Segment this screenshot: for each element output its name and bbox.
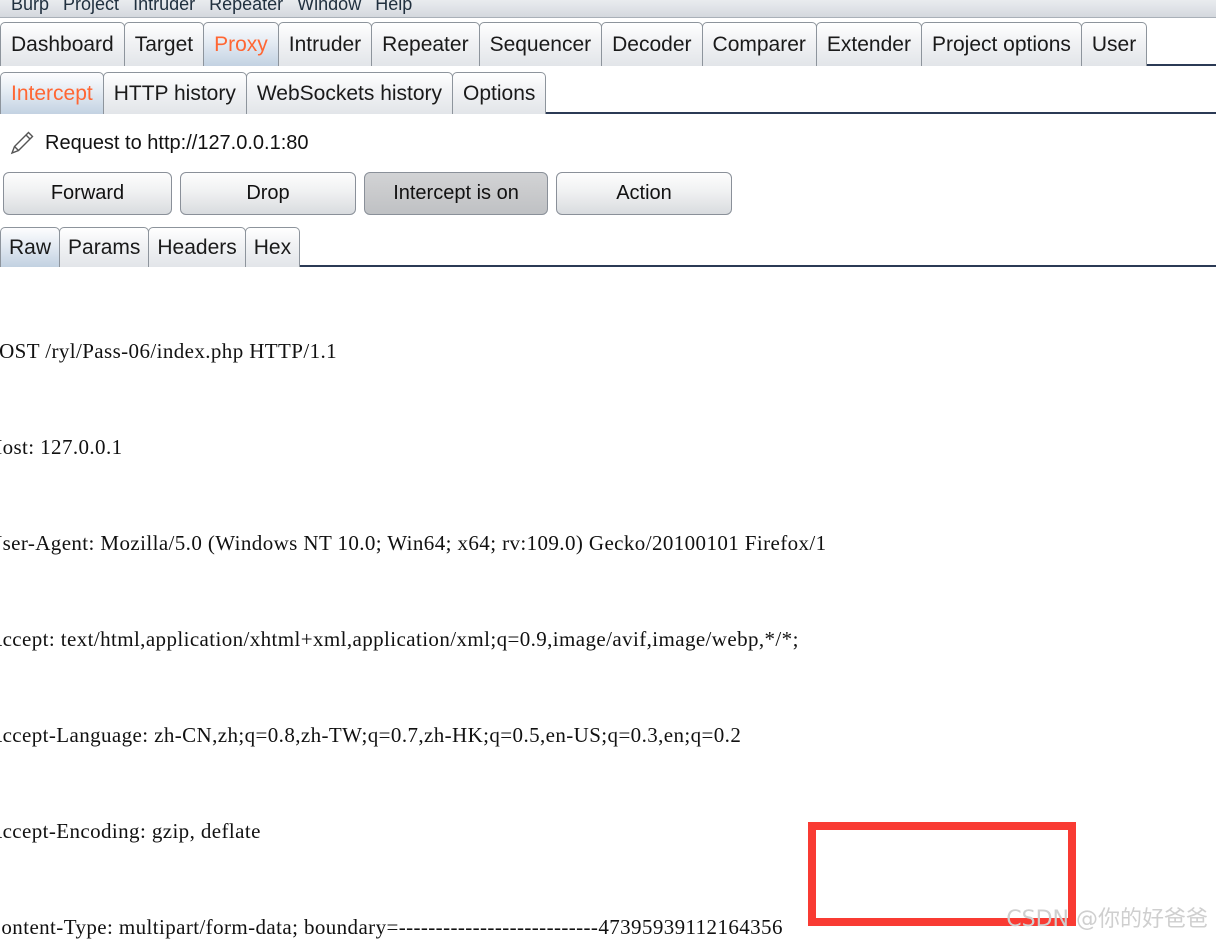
menu-item-project[interactable]: Project xyxy=(56,0,126,14)
tab-intercept[interactable]: Intercept xyxy=(0,72,104,114)
tab-raw[interactable]: Raw xyxy=(0,227,61,267)
header-host: Host: 127.0.0.1 xyxy=(0,435,123,459)
raw-request-text: POST /ryl/Pass-06/index.php HTTP/1.1 Hos… xyxy=(0,271,1216,939)
action-button[interactable]: Action xyxy=(556,171,732,215)
tab-options[interactable]: Options xyxy=(452,72,547,114)
forward-button[interactable]: Forward xyxy=(3,171,172,215)
header-accept-language: Accept-Language: zh-CN,zh;q=0.8,zh-TW;q=… xyxy=(0,723,742,747)
menu-item-help[interactable]: Help xyxy=(368,0,419,14)
tab-extender[interactable]: Extender xyxy=(815,22,922,66)
tab-project-options[interactable]: Project options xyxy=(920,22,1082,66)
csdn-watermark: CSDN @你的好爸爸 xyxy=(1006,907,1208,932)
pencil-icon xyxy=(10,131,34,155)
menu-item-repeater[interactable]: Repeater xyxy=(202,0,290,14)
intercept-button-row: Forward Drop Intercept is on Action xyxy=(0,170,1216,216)
tab-dashboard[interactable]: Dashboard xyxy=(0,22,125,66)
raw-request-editor[interactable]: POST /ryl/Pass-06/index.php HTTP/1.1 Hos… xyxy=(0,267,1216,939)
main-tab-bar: Dashboard Target Proxy Intruder Repeater… xyxy=(0,18,1216,66)
header-accept: Accept: text/html,application/xhtml+xml,… xyxy=(0,627,799,651)
tab-target[interactable]: Target xyxy=(123,22,205,66)
proxy-sub-tab-bar: Intercept HTTP history WebSockets histor… xyxy=(0,68,1216,114)
tab-http-history[interactable]: HTTP history xyxy=(102,72,247,114)
drop-button[interactable]: Drop xyxy=(180,171,356,215)
tab-user-options[interactable]: User xyxy=(1080,22,1148,66)
header-accept-encoding: Accept-Encoding: gzip, deflate xyxy=(0,819,261,843)
menu-bar: Burp Project Intruder Repeater Window He… xyxy=(0,0,1216,18)
request-title-label: Request to http://127.0.0.1:80 xyxy=(45,131,309,154)
tab-headers[interactable]: Headers xyxy=(148,227,246,267)
tab-repeater[interactable]: Repeater xyxy=(371,22,480,66)
tab-proxy[interactable]: Proxy xyxy=(203,22,279,66)
menu-item-window[interactable]: Window xyxy=(290,0,368,14)
tab-params[interactable]: Params xyxy=(59,227,150,267)
tab-intruder[interactable]: Intruder xyxy=(277,22,373,66)
intercept-toggle-button[interactable]: Intercept is on xyxy=(364,171,548,215)
menu-item-burp[interactable]: Burp xyxy=(4,0,56,14)
message-editor-tab-bar: Raw Params Headers Hex xyxy=(0,223,1216,267)
tab-websockets-history[interactable]: WebSockets history xyxy=(245,72,454,114)
menu-item-intruder[interactable]: Intruder xyxy=(126,0,202,14)
tab-comparer[interactable]: Comparer xyxy=(701,22,817,66)
header-user-agent: User-Agent: Mozilla/5.0 (Windows NT 10.0… xyxy=(0,531,827,555)
request-line: POST /ryl/Pass-06/index.php HTTP/1.1 xyxy=(0,339,338,363)
tab-sequencer[interactable]: Sequencer xyxy=(478,22,603,66)
tab-hex[interactable]: Hex xyxy=(244,227,301,267)
tab-decoder[interactable]: Decoder xyxy=(601,22,703,66)
request-title-row: Request to http://127.0.0.1:80 xyxy=(0,122,1216,164)
